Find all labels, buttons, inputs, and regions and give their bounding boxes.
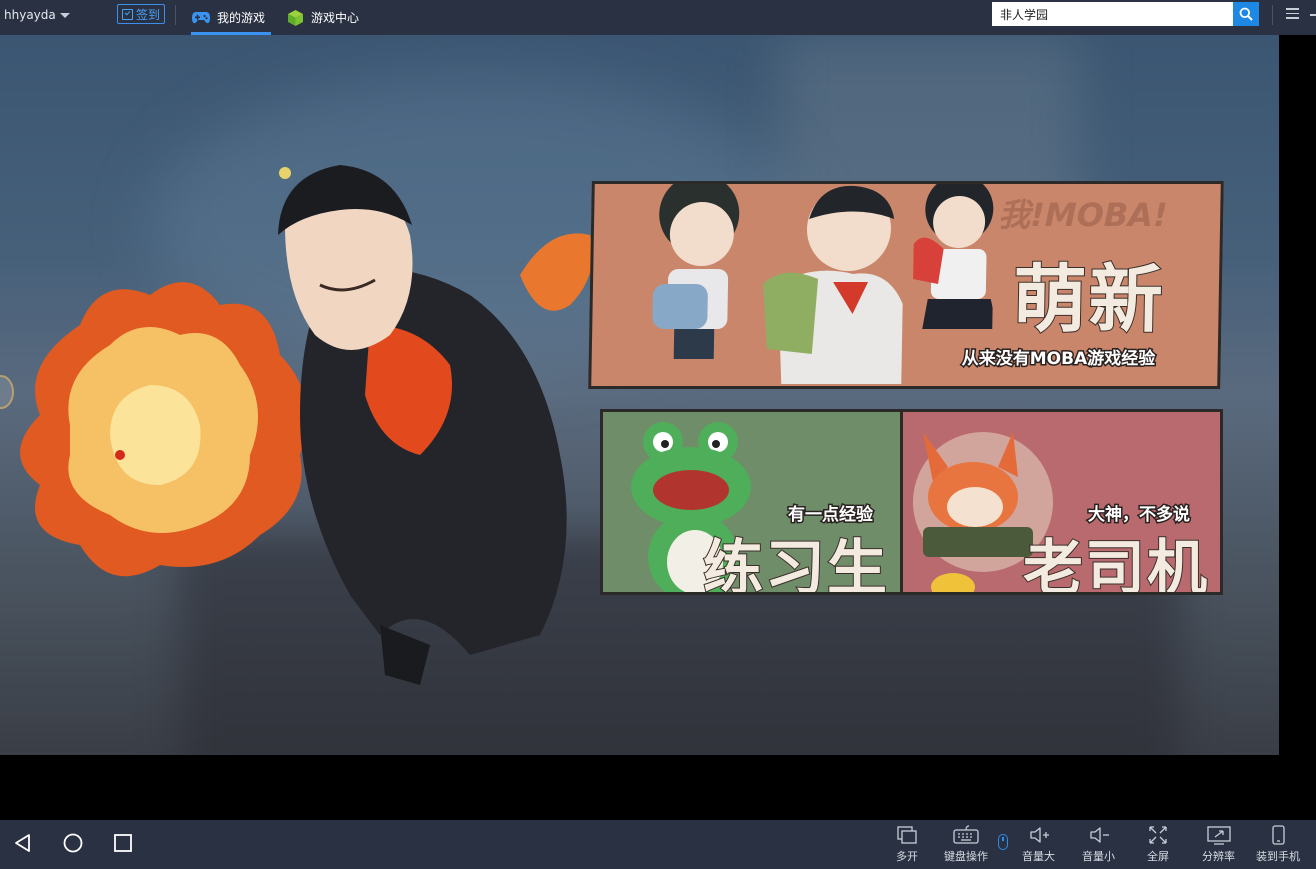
fullscreen-button[interactable]: 全屏 [1147,825,1169,864]
card-subtitle: 从来没有MOBA游戏经验 [960,348,1157,371]
sign-in-label: 签到 [135,7,160,22]
calendar-check-icon [121,8,133,20]
back-icon [15,834,30,852]
volume-up-icon [1029,827,1049,843]
tool-label: 键盘操作 [944,850,988,863]
search-box [992,2,1259,26]
tool-label: 音量小 [1082,850,1115,863]
difficulty-card-newbie[interactable]: 我!MOBA! 萌新 从来没有MOBA游戏经验 [588,181,1224,389]
tab-game-center[interactable]: 游戏中心 [287,0,359,35]
sign-in-button[interactable]: 签到 [117,4,165,24]
recents-icon [114,834,132,852]
hamburger-icon [1286,8,1299,10]
gamepad-icon [192,11,210,24]
card-watermark: 我!MOBA! [997,196,1168,234]
kids-illustration [652,181,995,384]
divider [1272,5,1273,25]
cube-icon [287,9,304,27]
card-title: 萌新 [1011,256,1167,344]
volume-down-button[interactable]: 音量小 [1082,825,1115,864]
fullscreen-icon [1149,826,1167,844]
volume-up-button[interactable]: 音量大 [1022,825,1055,864]
resolution-button[interactable]: 分辨率 [1202,825,1235,864]
mouse-icon[interactable] [998,834,1008,850]
game-background-art [20,165,593,685]
divider [175,5,176,25]
back-button[interactable] [10,830,36,856]
install-to-phone-button[interactable]: 装到手机 [1256,825,1300,864]
card-title: 练习生 [702,533,889,595]
user-menu[interactable]: hhyayda [4,0,70,30]
difficulty-card-trainee[interactable]: 有一点经验 练习生 [600,409,904,595]
volume-down-icon [1089,827,1109,843]
tool-label: 分辨率 [1202,850,1235,863]
resolution-icon [1206,826,1231,845]
home-icon [63,833,83,853]
search-input[interactable] [992,2,1233,26]
tool-label: 音量大 [1022,850,1055,863]
username: hhyayda [4,8,56,22]
chevron-down-icon [59,12,70,18]
multi-instance-button[interactable]: 多开 [896,825,918,864]
keyboard-icon [953,825,979,844]
game-viewport[interactable]: 我!MOBA! 萌新 从来没有MOBA游戏经验 有一点经验 练习生 大神，不多说… [0,35,1279,755]
tool-label: 装到手机 [1256,850,1300,863]
tab-my-games[interactable]: 我的游戏 [191,0,271,35]
search-icon [1239,7,1253,21]
difficulty-card-veteran[interactable]: 大神，不多说 老司机 [900,409,1223,595]
multi-instance-icon [897,826,917,844]
tool-label: 全屏 [1147,850,1169,863]
home-button[interactable] [60,830,86,856]
keyboard-control-button[interactable]: 键盘操作 [944,825,988,864]
top-bar: hhyayda 签到 我的游戏 游戏中心 [0,0,1316,35]
install-to-phone-icon [1272,825,1285,845]
tool-label: 多开 [896,850,918,863]
tab-my-games-label: 我的游戏 [217,11,266,25]
tab-game-center-label: 游戏中心 [311,11,360,25]
search-button[interactable] [1233,2,1259,26]
minimize-button[interactable] [1310,14,1316,16]
bottom-bar: 多开 键盘操作 音量大 音量小 全屏 分辨率 装到手机 [0,820,1316,869]
card-title: 老司机 [1022,533,1209,595]
menu-button[interactable] [1286,8,1299,19]
recents-button[interactable] [110,830,136,856]
